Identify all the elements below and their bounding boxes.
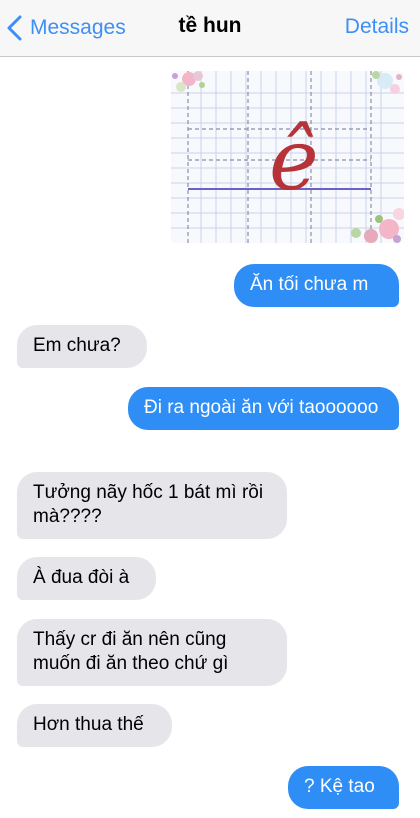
message-text: Thấy cr đi ăn nên cũng muốn đi ăn theo c… [33,629,229,674]
details-button[interactable]: Details [345,15,409,39]
message-bubble-outgoing[interactable]: ? Kệ tao [288,766,399,809]
message-text: Tưởng nãy hốc 1 bát mì rồi mà???? [33,482,264,527]
message-bubble-incoming[interactable]: Thấy cr đi ăn nên cũng muốn đi ăn theo c… [17,619,287,686]
message-thread[interactable]: ê Ăn tối chưa m Em chưa? Đi ra ngoài ăn … [0,57,420,818]
message-bubble-outgoing[interactable]: Đi ra ngoài ăn với taoooooo [128,387,399,430]
navigation-bar: Messages tề hun Details [0,0,420,57]
letter-glyph: ê [269,111,319,209]
message-text: Đi ra ngoài ăn với taoooooo [144,397,379,418]
message-bubble-incoming[interactable]: Em chưa? [17,325,147,368]
message-text: Ăn tối chưa m [250,274,369,295]
message-bubble-incoming[interactable]: Hơn thua thế [17,704,172,747]
image-attachment[interactable]: ê [171,71,404,243]
handwriting-grid-image: ê [171,71,404,243]
message-bubble-incoming[interactable]: À đua đòi à [17,557,156,600]
message-bubble-incoming[interactable]: Tưởng nãy hốc 1 bát mì rồi mà???? [17,472,287,539]
message-text: ? Kệ tao [304,776,375,797]
message-text: À đua đòi à [33,567,130,588]
message-bubble-outgoing[interactable]: Ăn tối chưa m [234,264,399,307]
message-text: Em chưa? [33,335,121,356]
message-text: Hơn thua thế [33,714,144,735]
